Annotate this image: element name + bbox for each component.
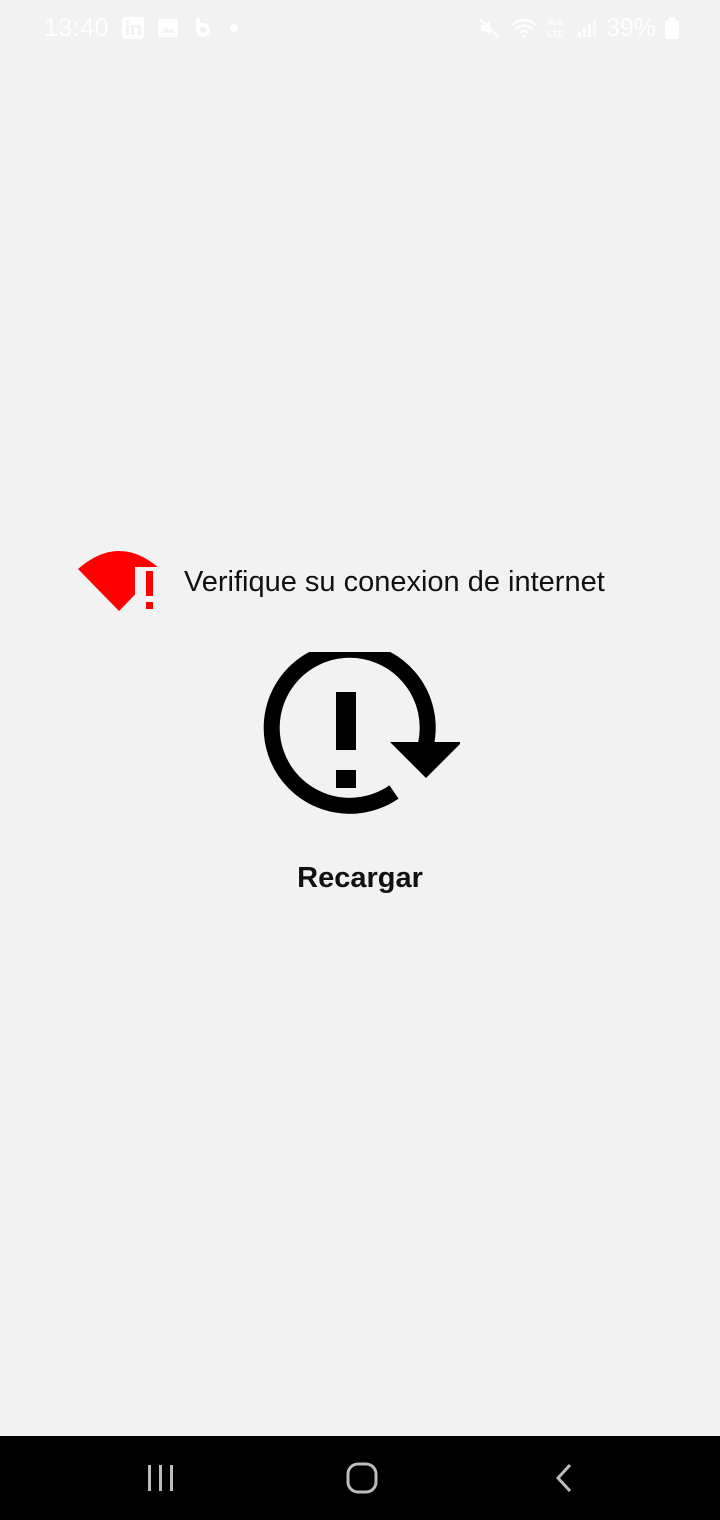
- bumble-icon: [191, 16, 215, 40]
- signal-icon: [576, 17, 598, 39]
- navigation-bar: [0, 1436, 720, 1520]
- home-button[interactable]: [332, 1454, 392, 1502]
- status-time: 13:40: [44, 13, 110, 42]
- reload-button[interactable]: Recargar: [236, 641, 484, 912]
- recents-button[interactable]: [131, 1454, 191, 1502]
- reload-label: Recargar: [297, 862, 423, 894]
- gallery-icon: [157, 17, 179, 39]
- status-right: Vo0 LTE 39%: [478, 10, 680, 46]
- back-icon: [552, 1462, 576, 1494]
- wifi-icon: [510, 16, 538, 40]
- offline-message-text: Verifique su conexion de internet: [184, 565, 605, 598]
- svg-text:Vo0: Vo0: [547, 17, 563, 27]
- volte-icon: Vo0 LTE: [546, 15, 568, 41]
- battery-percent: 39%: [605, 13, 656, 42]
- mute-icon: [478, 16, 502, 40]
- battery-icon: [664, 16, 680, 40]
- linkedin-icon: [121, 16, 145, 40]
- wifi-off-alert-icon: [76, 547, 162, 617]
- app-screen: 13:40 Vo0 LTE 39% Verifique su conexion …: [0, 0, 720, 1520]
- recents-icon: [145, 1463, 177, 1493]
- offline-message: Verifique su conexion de internet: [76, 546, 676, 618]
- svg-text:LTE: LTE: [547, 29, 563, 39]
- status-bar: 13:40 Vo0 LTE 39%: [0, 0, 720, 56]
- reload-alert-icon: [260, 641, 462, 837]
- status-left: 13:40: [44, 10, 241, 46]
- notification-dot-icon: [227, 21, 241, 35]
- back-button[interactable]: [534, 1454, 594, 1502]
- home-icon: [345, 1461, 379, 1495]
